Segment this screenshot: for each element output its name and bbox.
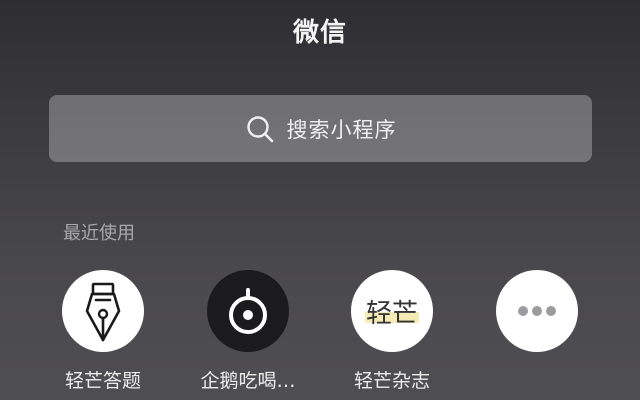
mini-program-item[interactable]: 轻芒答题: [31, 270, 175, 400]
mini-program-item[interactable]: 轻芒 轻芒杂志: [320, 270, 464, 400]
mini-program-name: 轻芒答题: [64, 370, 141, 392]
page-title: 微信: [292, 18, 347, 48]
mini-program-name: 企鹅吃喝…: [200, 370, 296, 392]
search-icon: [245, 114, 275, 144]
recent-apps-list: 轻芒答题 企鹅吃喝… 轻芒 轻芒杂志: [0, 270, 640, 400]
mini-program-item[interactable]: 企鹅吃喝…: [176, 270, 320, 400]
logo-text: 轻芒: [365, 298, 418, 329]
search-placeholder: 搜索小程序: [286, 117, 397, 142]
recent-section-label: 最近使用: [63, 223, 135, 244]
qingmang-logo-icon: 轻芒: [351, 270, 433, 352]
fountain-pen-icon: [62, 270, 144, 352]
compass-pin-icon: [207, 270, 289, 352]
more-icon: [496, 270, 578, 352]
more-button[interactable]: [465, 270, 609, 400]
mini-program-name: 轻芒杂志: [353, 370, 430, 392]
search-bar[interactable]: 搜索小程序: [49, 95, 592, 162]
